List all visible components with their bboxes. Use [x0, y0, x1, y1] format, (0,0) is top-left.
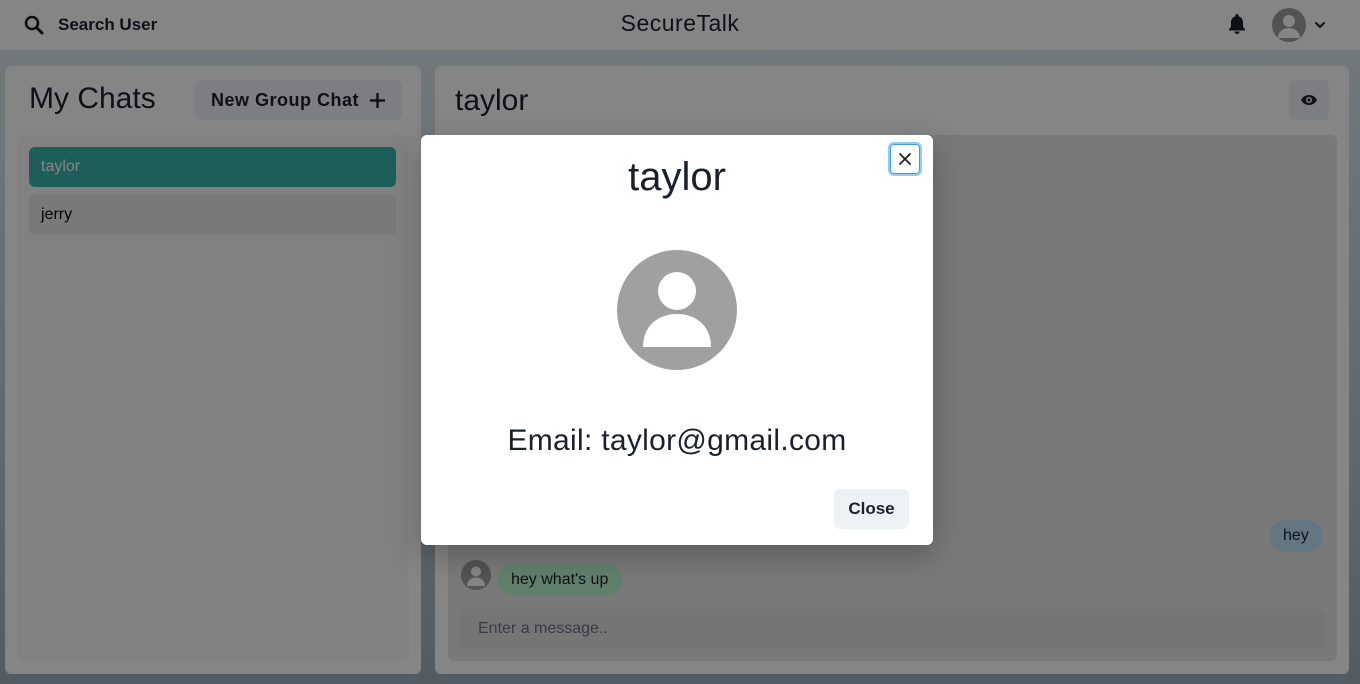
modal-close-label: Close — [848, 499, 895, 518]
modal-close-button[interactable]: Close — [834, 489, 909, 529]
profile-modal: taylor Email: taylor@gmail.com Close — [421, 135, 933, 545]
profile-email: Email: taylor@gmail.com — [507, 424, 847, 457]
modal-close-x-button[interactable] — [888, 142, 922, 176]
modal-title: taylor — [628, 155, 726, 199]
close-icon — [899, 153, 911, 165]
profile-avatar — [617, 250, 737, 370]
user-icon — [643, 272, 711, 347]
